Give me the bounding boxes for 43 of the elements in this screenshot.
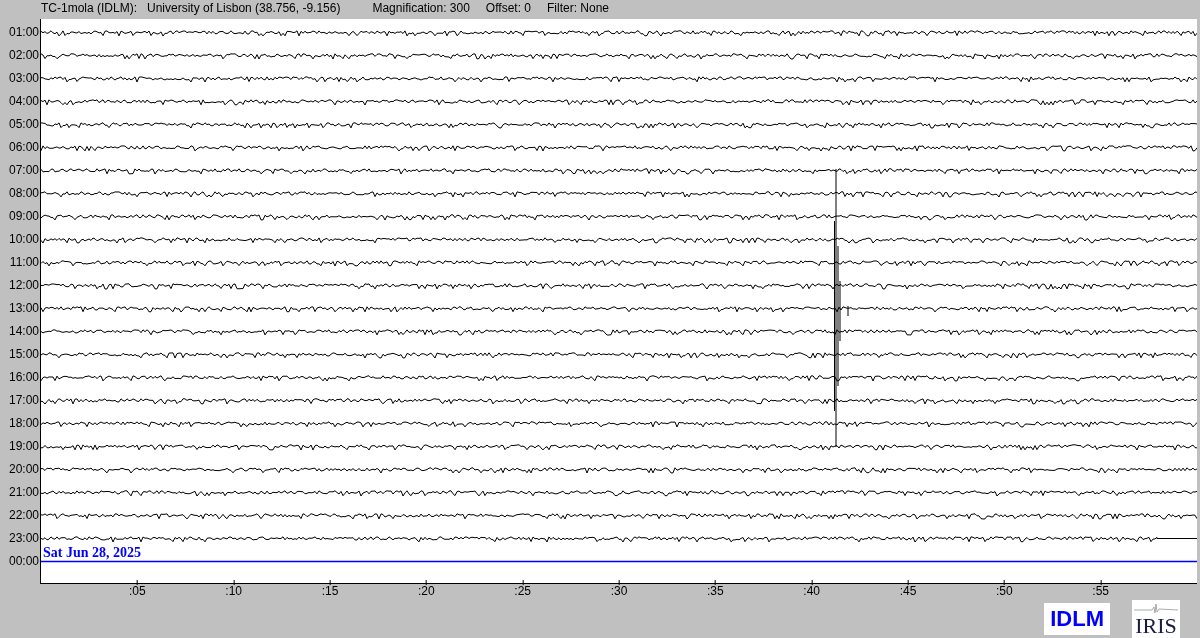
hour-label: 19:00 bbox=[7, 437, 40, 455]
hour-label: 15:00 bbox=[7, 345, 40, 363]
hour-label: 06:00 bbox=[7, 138, 40, 156]
hour-label: 13:00 bbox=[7, 299, 40, 317]
hour-label: 22:00 bbox=[7, 506, 40, 524]
hour-label: 04:00 bbox=[7, 92, 40, 110]
station-location: University of Lisbon (38.756, -9.156) bbox=[147, 1, 341, 16]
station-name: TC-1mola (IDLM): bbox=[41, 1, 137, 16]
hour-label: 05:00 bbox=[7, 115, 40, 133]
hour-label: 07:00 bbox=[7, 161, 40, 179]
time-tick-label: :05 bbox=[129, 584, 146, 598]
date-label: Sat Jun 28, 2025 bbox=[43, 544, 142, 560]
hour-label: 09:00 bbox=[7, 207, 40, 225]
time-tick-label: :45 bbox=[899, 584, 917, 598]
time-tick-label: :50 bbox=[996, 584, 1013, 598]
hour-label: 20:00 bbox=[7, 460, 40, 478]
filter-label: Filter: None bbox=[547, 1, 610, 16]
time-tick-label: :30 bbox=[610, 584, 628, 598]
time-tick-label: :35 bbox=[707, 584, 724, 598]
offset-label: Offset: 0 bbox=[485, 1, 531, 16]
hour-label: 18:00 bbox=[7, 414, 40, 432]
hour-label: 23:00 bbox=[7, 529, 40, 547]
time-tick-label: :10 bbox=[225, 584, 242, 598]
time-tick-label: :55 bbox=[1092, 584, 1109, 598]
time-tick-label: :15 bbox=[321, 584, 339, 598]
time-tick-label: :25 bbox=[514, 584, 531, 598]
time-tick-label: :40 bbox=[803, 584, 820, 598]
hour-label: 02:00 bbox=[7, 46, 40, 64]
hour-label: 12:00 bbox=[7, 276, 40, 294]
magnification-label: Magnification: 300 bbox=[372, 1, 470, 16]
hour-label: 01:00 bbox=[7, 23, 40, 41]
hour-label: 10:00 bbox=[7, 230, 40, 248]
hour-label: 21:00 bbox=[7, 483, 40, 501]
station-logo: IDLM bbox=[1044, 603, 1110, 635]
hour-label: 14:00 bbox=[7, 322, 40, 340]
iris-logo: IRIS bbox=[1132, 600, 1180, 638]
hour-label: 11:00 bbox=[8, 253, 40, 271]
hour-label: 17:00 bbox=[7, 391, 40, 409]
hour-label: 00:00 bbox=[7, 552, 40, 570]
hour-label: 03:00 bbox=[7, 69, 40, 87]
time-tick-label: :20 bbox=[418, 584, 435, 598]
hour-label: 16:00 bbox=[7, 368, 40, 386]
hour-label: 08:00 bbox=[7, 184, 40, 202]
